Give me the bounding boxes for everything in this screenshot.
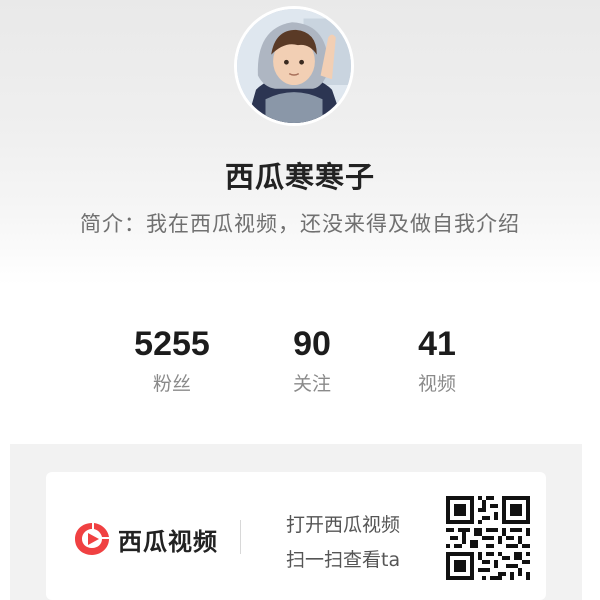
qr-code-icon: [446, 496, 530, 580]
stat-followers[interactable]: 5255 粉丝: [112, 324, 232, 396]
divider: [240, 520, 241, 554]
profile-page: 西瓜寒寒子 简介：我在西瓜视频，还没来得及做自我介绍 5255 粉丝 90 关注…: [0, 0, 600, 600]
bio: 简介：我在西瓜视频，还没来得及做自我介绍: [80, 212, 520, 236]
stat-following-label: 关注: [292, 373, 331, 395]
logo-text: 西瓜视频: [118, 528, 218, 556]
avatar-image: [237, 9, 351, 123]
stat-following[interactable]: 90 关注: [252, 324, 372, 396]
nickname: 西瓜寒寒子: [224, 160, 375, 194]
promo-open-app-text: 打开西瓜视频: [286, 514, 401, 536]
app-promo-card[interactable]: 西瓜视频 打开西瓜视频 扫一扫查看ta: [46, 472, 546, 600]
stat-videos[interactable]: 41 视频: [377, 324, 497, 396]
xigua-video-logo-icon: [75, 523, 109, 555]
avatar[interactable]: [234, 6, 354, 126]
stats-row: 5255 粉丝 90 关注 41 视频: [0, 324, 600, 414]
stat-videos-value: 41: [418, 325, 456, 363]
stat-videos-label: 视频: [417, 373, 456, 395]
stat-following-value: 90: [293, 325, 331, 363]
promo-scan-text: 扫一扫查看ta: [286, 549, 401, 571]
stat-followers-value: 5255: [134, 325, 210, 363]
stat-followers-label: 粉丝: [152, 373, 191, 395]
